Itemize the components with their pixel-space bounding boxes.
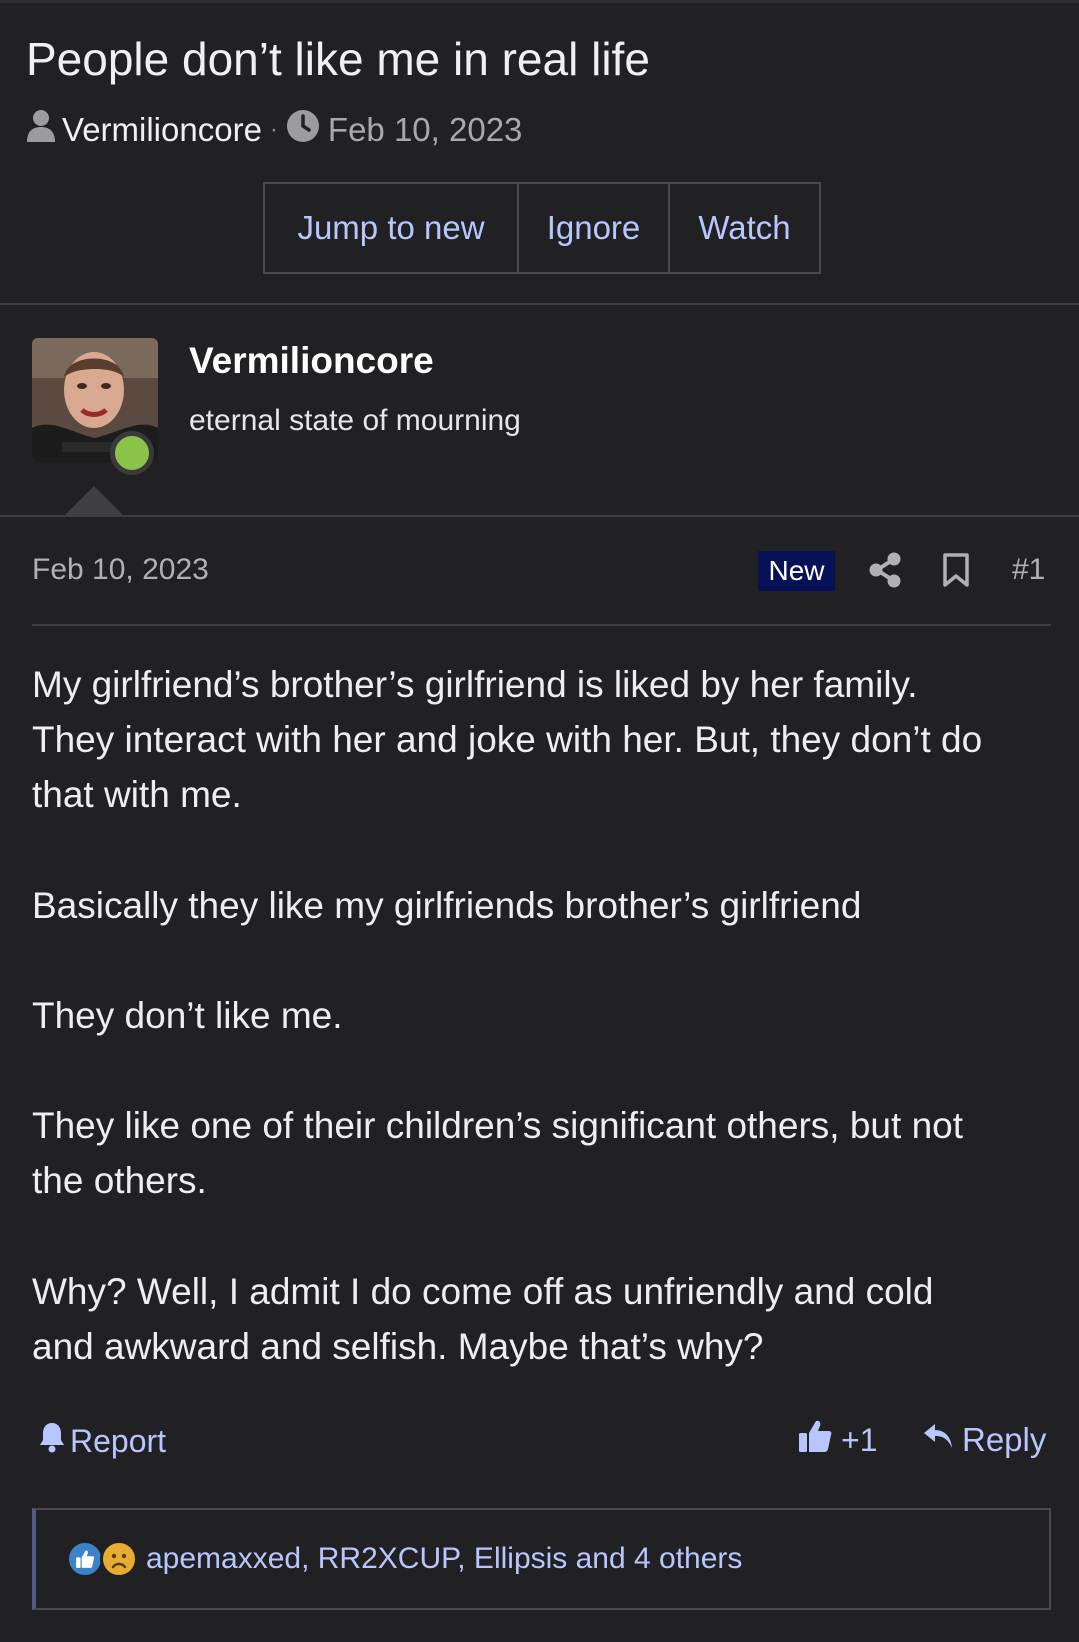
like-button[interactable]: +1 xyxy=(797,1418,877,1462)
bell-icon xyxy=(38,1421,70,1461)
like-reaction-icon xyxy=(66,1540,104,1578)
thread-date[interactable]: Feb 10, 2023 xyxy=(328,111,523,149)
new-badge: New xyxy=(758,551,835,591)
share-icon[interactable] xyxy=(868,552,902,588)
reply-label: Reply xyxy=(962,1421,1047,1458)
post-paragraph: My girlfriend’s brother’s girlfriend is … xyxy=(32,664,983,815)
reactions-bar[interactable]: apemaxxed, RR2XCUP, Ellipsis and 4 other… xyxy=(32,1508,1051,1610)
report-label: Report xyxy=(70,1422,167,1459)
bookmark-icon[interactable] xyxy=(942,552,970,588)
post-paragraph: Basically they like my girlfriends broth… xyxy=(32,885,862,926)
thread-author-link[interactable]: Vermilioncore xyxy=(62,111,262,149)
sad-reaction-icon xyxy=(100,1540,138,1578)
divider xyxy=(0,515,1079,517)
thread-actions: Jump to new Ignore Watch xyxy=(263,182,821,274)
thumbs-up-icon xyxy=(797,1418,841,1462)
like-count: +1 xyxy=(841,1421,878,1458)
post-paragraph: Why? Well, I admit I do come off as unfr… xyxy=(32,1271,934,1367)
report-button[interactable]: Report xyxy=(38,1420,166,1462)
post-paragraph: They don’t like me. xyxy=(32,995,343,1036)
poster-user-title: eternal state of mourning xyxy=(189,404,521,437)
post-number[interactable]: #1 xyxy=(1012,553,1045,587)
reactions-list-link[interactable]: apemaxxed, RR2XCUP, Ellipsis and 4 other… xyxy=(146,1542,742,1576)
reply-button[interactable]: Reply xyxy=(922,1418,1046,1462)
thread-meta: Vermilioncore · Feb 10, 2023 xyxy=(26,110,522,150)
divider xyxy=(32,624,1051,626)
watch-button[interactable]: Watch xyxy=(668,184,819,272)
top-bar xyxy=(0,0,1079,3)
message-arrow xyxy=(64,486,124,516)
poster-username[interactable]: Vermilioncore xyxy=(189,340,434,382)
ignore-button[interactable]: Ignore xyxy=(517,184,668,272)
thread-title: People don’t like me in real life xyxy=(26,33,650,85)
user-icon xyxy=(26,109,56,151)
online-indicator xyxy=(110,431,154,475)
clock-icon xyxy=(286,109,320,151)
jump-to-new-button[interactable]: Jump to new xyxy=(265,184,517,272)
reply-icon xyxy=(922,1421,962,1459)
post-paragraph: They like one of their children’s signif… xyxy=(32,1105,963,1201)
meta-separator: · xyxy=(269,116,278,143)
divider xyxy=(0,303,1079,305)
post-date[interactable]: Feb 10, 2023 xyxy=(32,553,209,587)
